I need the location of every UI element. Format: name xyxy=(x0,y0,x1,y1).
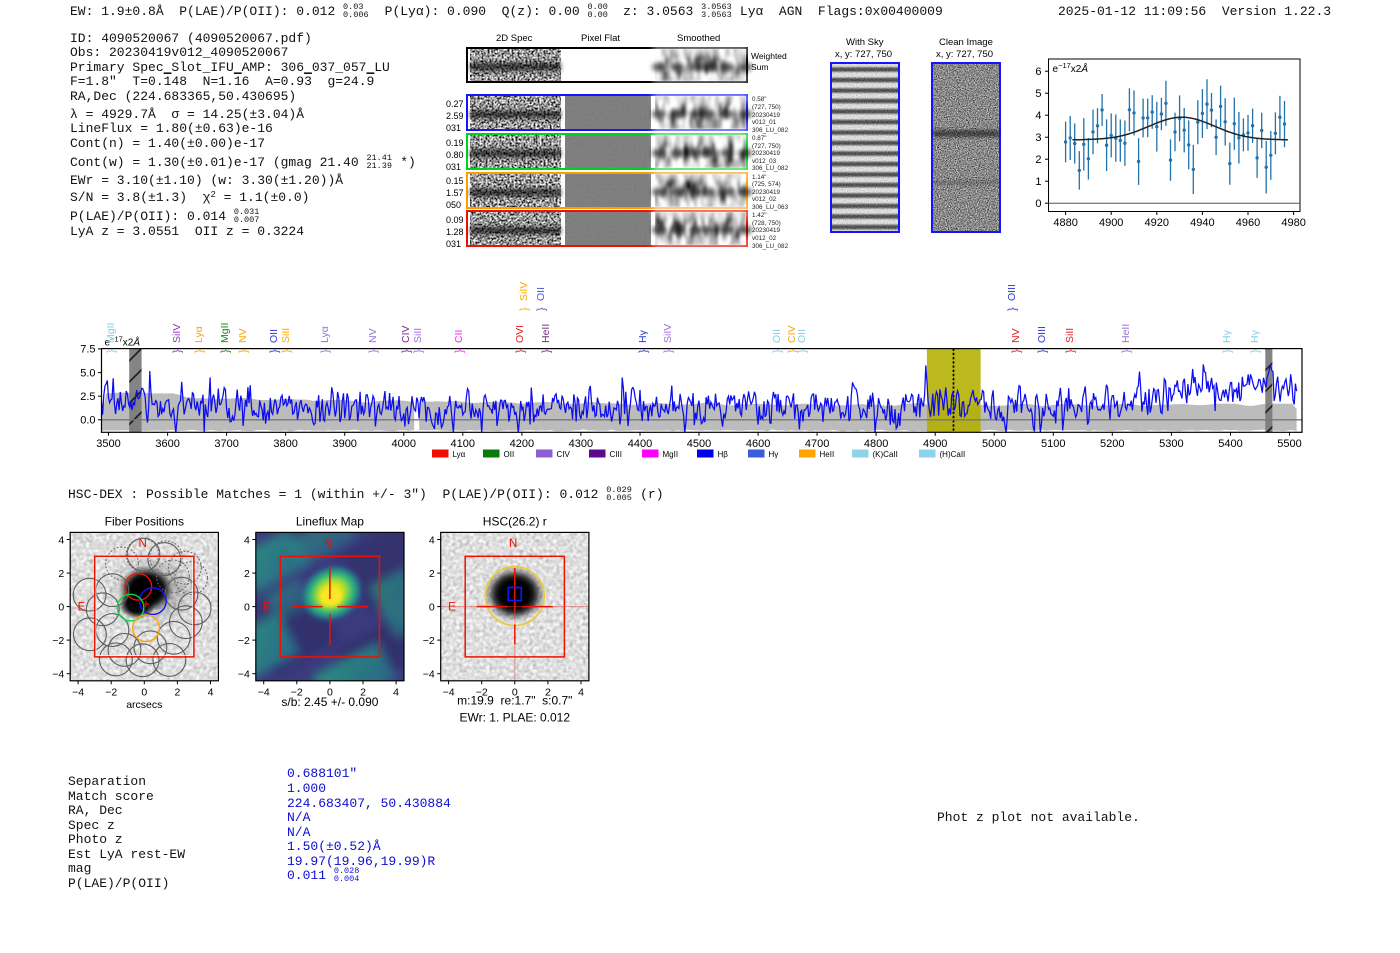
svg-text:E: E xyxy=(78,602,86,614)
svg-text:4: 4 xyxy=(578,686,584,698)
svg-text:E: E xyxy=(263,602,271,614)
svg-text:4: 4 xyxy=(208,686,214,698)
svg-text:−2: −2 xyxy=(52,635,64,647)
svg-text:HSC(26.2) r: HSC(26.2) r xyxy=(483,515,547,529)
svg-text:EWr: 1. PLAE: 0.012: EWr: 1. PLAE: 0.012 xyxy=(460,711,571,725)
svg-text:4: 4 xyxy=(429,534,435,546)
svg-text:0: 0 xyxy=(58,601,64,613)
svg-text:0: 0 xyxy=(429,601,435,613)
svg-text:−4: −4 xyxy=(443,686,455,698)
svg-text:4: 4 xyxy=(244,534,250,546)
svg-text:2: 2 xyxy=(429,568,435,580)
svg-text:−4: −4 xyxy=(423,669,435,681)
svg-text:4: 4 xyxy=(393,686,399,698)
svg-text:E: E xyxy=(448,602,456,614)
svg-text:−2: −2 xyxy=(105,686,117,698)
svg-text:−4: −4 xyxy=(52,669,64,681)
svg-text:N: N xyxy=(138,538,146,550)
svg-text:N: N xyxy=(509,538,517,550)
svg-text:0: 0 xyxy=(141,686,147,698)
svg-text:2: 2 xyxy=(244,568,250,580)
svg-text:−4: −4 xyxy=(72,686,84,698)
svg-text:m:19.9 re:1.7" s:0.7": m:19.9 re:1.7" s:0.7" xyxy=(457,694,572,708)
svg-text:−2: −2 xyxy=(423,635,435,647)
svg-text:N: N xyxy=(324,538,332,550)
svg-text:0: 0 xyxy=(244,601,250,613)
svg-text:2: 2 xyxy=(58,568,64,580)
svg-text:2: 2 xyxy=(174,686,180,698)
svg-text:s/b: 2.45 +/- 0.090: s/b: 2.45 +/- 0.090 xyxy=(281,695,378,709)
svg-text:4: 4 xyxy=(58,534,64,546)
svg-text:−2: −2 xyxy=(238,635,250,647)
svg-text:arcsecs: arcsecs xyxy=(126,699,162,711)
svg-text:Fiber Positions: Fiber Positions xyxy=(105,515,184,529)
svg-text:−4: −4 xyxy=(258,686,270,698)
svg-text:Lineflux Map: Lineflux Map xyxy=(296,515,364,529)
svg-text:−4: −4 xyxy=(238,669,250,681)
